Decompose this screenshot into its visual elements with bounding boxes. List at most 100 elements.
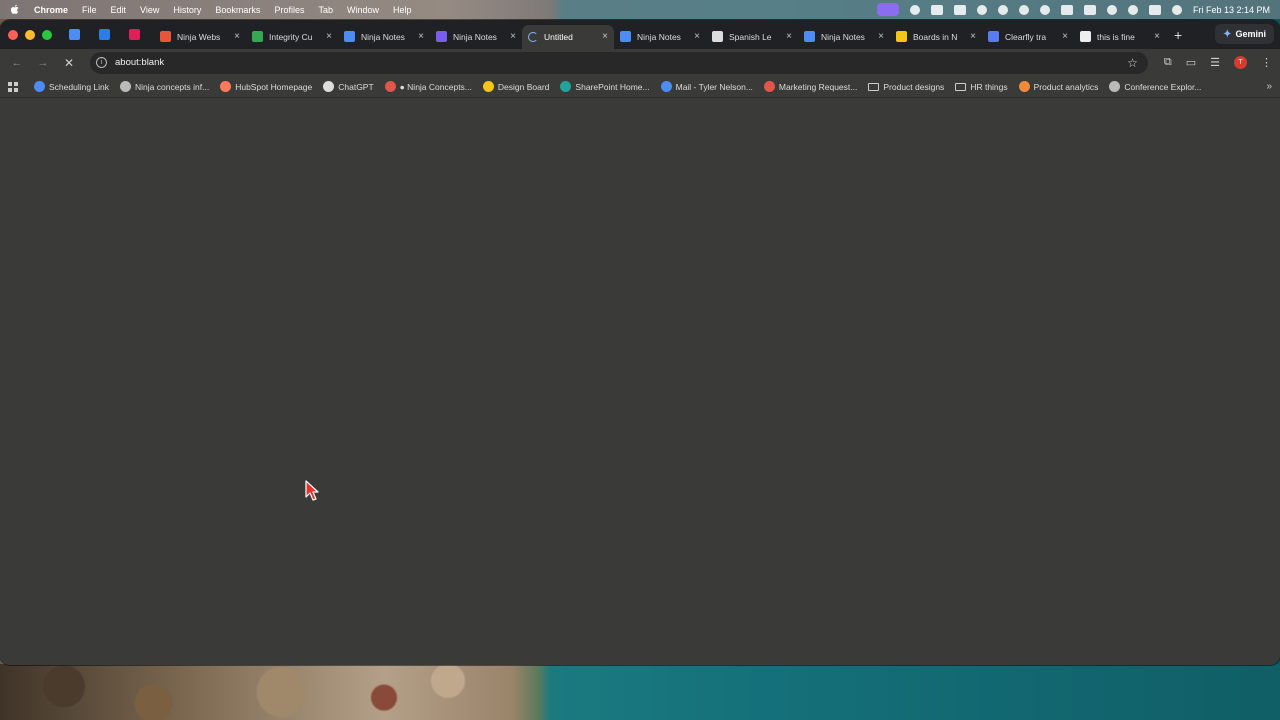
menu-help[interactable]: Help	[393, 5, 412, 15]
tray-app-icon[interactable]	[1018, 4, 1029, 15]
apps-grid-icon[interactable]	[8, 81, 18, 92]
forward-button[interactable]: →	[34, 57, 52, 69]
bookmark-item[interactable]: ChatGPT	[323, 81, 374, 92]
close-window-button[interactable]	[8, 29, 18, 40]
pinned-tab[interactable]	[122, 25, 146, 45]
browser-tab[interactable]: Ninja Notes ×	[338, 25, 430, 49]
apple-icon[interactable]	[10, 4, 20, 15]
bookmark-item[interactable]: SharePoint Home...	[560, 81, 650, 92]
more-menu-icon[interactable]: ⋮	[1261, 56, 1272, 69]
browser-tab[interactable]: Spanish Le ×	[706, 25, 798, 49]
gemini-button[interactable]: ✦ Gemini	[1215, 24, 1274, 44]
battery-icon[interactable]	[1083, 4, 1096, 15]
favicon-icon	[896, 31, 907, 42]
tab-close-icon[interactable]: ×	[602, 31, 608, 42]
search-icon[interactable]	[1127, 4, 1138, 15]
tray-app-icon[interactable]	[909, 4, 920, 15]
browser-toolbar: ← → ✕ i about:blank ☆ ⧉ ▭ ☰ T ⋮	[0, 49, 1280, 76]
browser-tab[interactable]: Ninja Notes ×	[614, 25, 706, 49]
browser-tab[interactable]: Untitled ×	[522, 24, 614, 49]
address-bar-url[interactable]: about:blank	[115, 57, 1119, 68]
site-info-icon[interactable]: i	[96, 57, 107, 68]
browser-tab[interactable]: Integrity Cu ×	[246, 25, 338, 49]
bookmark-item[interactable]: HubSpot Homepage	[220, 81, 312, 92]
cloud-icon[interactable]	[976, 4, 987, 15]
favicon-icon	[68, 29, 80, 40]
menu-app-chrome[interactable]: Chrome	[34, 5, 68, 15]
tray-app-icon[interactable]	[930, 4, 943, 15]
pinned-tab[interactable]	[62, 25, 86, 45]
screen-record-icon[interactable]	[876, 3, 899, 16]
bookmark-item[interactable]: Mail - Tyler Nelson...	[660, 81, 753, 92]
favicon-icon	[804, 31, 815, 42]
tab-close-icon[interactable]: ×	[694, 31, 700, 42]
browser-tab[interactable]: Boards in N ×	[890, 25, 982, 49]
tab-label: Ninja Notes	[361, 31, 405, 42]
profile-avatar[interactable]: T	[1234, 56, 1247, 69]
browser-tab[interactable]: this is fine ×	[1074, 25, 1166, 49]
bookmark-star-icon[interactable]: ☆	[1127, 56, 1138, 70]
browser-tab[interactable]: Ninja Notes ×	[430, 25, 522, 49]
browser-tab[interactable]: Ninja Webs ×	[154, 25, 246, 49]
menu-history[interactable]: History	[173, 5, 201, 15]
tab-close-icon[interactable]: ×	[510, 31, 516, 42]
wifi-icon[interactable]	[1106, 4, 1117, 15]
page-content-blank[interactable]	[0, 98, 1280, 665]
tab-search-icon[interactable]: ▭	[1186, 56, 1196, 69]
tab-close-icon[interactable]: ×	[970, 31, 976, 42]
tray-app-icon[interactable]	[953, 4, 966, 15]
bookmark-item[interactable]: Product analytics	[1018, 81, 1098, 92]
bookmark-item[interactable]: Conference Explor...	[1109, 81, 1201, 92]
menu-edit[interactable]: Edit	[111, 5, 127, 15]
bookmark-label: Design Board	[497, 81, 550, 92]
tab-close-icon[interactable]: ×	[878, 31, 884, 42]
menu-file[interactable]: File	[82, 5, 97, 15]
menu-bar-clock[interactable]: Fri Feb 13 2:14 PM	[1193, 5, 1270, 15]
browser-tab[interactable]: Ninja Notes ×	[798, 25, 890, 49]
favicon-icon	[34, 81, 45, 92]
bookmark-item[interactable]: ● Ninja Concepts...	[384, 81, 472, 92]
bookmark-item[interactable]: Ninja concepts inf...	[120, 81, 209, 92]
address-bar[interactable]: i about:blank ☆	[90, 51, 1148, 74]
bookmark-label: ChatGPT	[338, 81, 374, 92]
menu-tab[interactable]: Tab	[318, 5, 333, 15]
maximize-window-button[interactable]	[42, 29, 52, 40]
stop-loading-button[interactable]: ✕	[60, 56, 78, 70]
menu-bar-tray: Fri Feb 13 2:14 PM	[876, 3, 1270, 16]
bookmarks-overflow-icon[interactable]: »	[1266, 81, 1272, 92]
tab-label: Boards in N	[913, 31, 958, 42]
pinned-tab[interactable]	[92, 25, 116, 45]
extensions-icon[interactable]: ⧉	[1164, 56, 1172, 69]
tab-close-icon[interactable]: ×	[418, 31, 424, 42]
tab-close-icon[interactable]: ×	[234, 31, 240, 42]
tab-close-icon[interactable]: ×	[1154, 31, 1160, 42]
tab-close-icon[interactable]: ×	[1062, 31, 1068, 42]
tab-close-icon[interactable]: ×	[326, 31, 332, 42]
tab-label: Ninja Notes	[453, 31, 497, 42]
bookmark-item[interactable]: HR things	[955, 82, 1008, 92]
siri-icon[interactable]	[1171, 4, 1182, 15]
tray-app-icon[interactable]	[1039, 4, 1050, 15]
bookmark-item[interactable]: Marketing Request...	[763, 81, 857, 92]
browser-tab[interactable]: Clearfly tra ×	[982, 25, 1074, 49]
new-tab-button[interactable]: +	[1174, 27, 1182, 43]
back-button[interactable]: ←	[8, 57, 26, 69]
bookmark-item[interactable]: Product designs	[868, 82, 944, 92]
moon-icon[interactable]	[997, 4, 1008, 15]
menu-view[interactable]: View	[140, 5, 159, 15]
reading-list-icon[interactable]: ☰	[1210, 56, 1220, 69]
bookmark-item[interactable]: Design Board	[482, 81, 550, 92]
menu-window[interactable]: Window	[347, 5, 379, 15]
tab-close-icon[interactable]: ×	[786, 31, 792, 42]
bookmark-label: SharePoint Home...	[575, 81, 650, 92]
dots-icon[interactable]	[1060, 4, 1073, 15]
tab-label: this is fine	[1097, 31, 1135, 42]
menu-bookmarks[interactable]: Bookmarks	[215, 5, 260, 15]
minimize-window-button[interactable]	[25, 29, 35, 40]
favicon-icon	[988, 31, 999, 42]
tab-strip: Ninja Webs × Integrity Cu × Ninja Notes × Ninj…	[0, 20, 1280, 49]
menu-profiles[interactable]: Profiles	[274, 5, 304, 15]
favicon-icon	[120, 81, 132, 92]
control-center-icon[interactable]	[1148, 4, 1161, 15]
bookmark-item[interactable]: Scheduling Link	[34, 81, 109, 92]
